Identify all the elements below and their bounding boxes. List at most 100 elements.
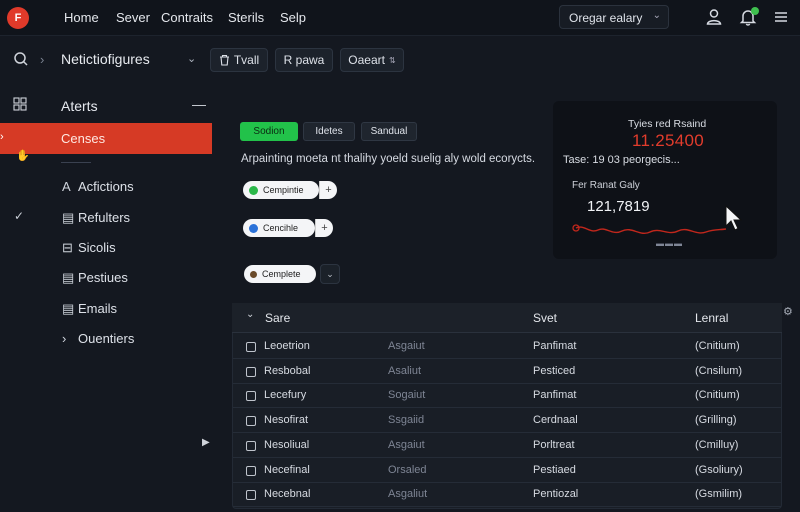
table-cell: Ssgaiid <box>388 414 425 426</box>
nav-sever[interactable]: Sever <box>116 10 150 25</box>
pill-sodion[interactable]: Sodion <box>240 122 298 141</box>
divider <box>61 162 91 163</box>
table-cell: Asaliut <box>388 365 422 377</box>
pagination-dots[interactable]: ▬▬▬ <box>656 239 683 248</box>
status-dot <box>250 270 257 278</box>
sidebar-item-label: Sicolis <box>78 240 116 255</box>
chip-label: Cencihle <box>263 223 299 233</box>
table-cell: Resbobal <box>264 365 311 377</box>
row-checkbox[interactable] <box>246 391 256 401</box>
table-cell: (Cnitium) <box>695 340 740 352</box>
sidebar-item-refulters[interactable]: ▤ Refulters <box>62 210 130 226</box>
sidebar-item-sicolis[interactable]: ⊟ Sicolis <box>62 240 116 256</box>
table-cell: Asgaiut <box>388 340 425 352</box>
trash-icon <box>219 54 229 66</box>
chip-label: Cemplete <box>262 269 301 279</box>
table-cell: Leoetrion <box>264 340 310 352</box>
stat-label: Tyies red Rsaind <box>628 118 707 130</box>
chip-cempintie[interactable]: Cempintie <box>243 181 319 199</box>
table-cell: Porltreat <box>533 439 575 451</box>
sidebar-item-icon: › <box>62 331 67 346</box>
table-cell: Asgaliut <box>388 488 428 500</box>
sidebar-item-emails[interactable]: ▤ Emails <box>62 301 117 317</box>
chevron-down-icon[interactable]: ⌄ <box>246 309 254 320</box>
collapse-icon[interactable]: — <box>192 96 206 112</box>
chip-add-button[interactable]: + <box>319 181 337 199</box>
sidebar-item-ouentiers[interactable]: › Ouentiers <box>62 331 134 346</box>
table-cell: Nesofirat <box>264 414 309 426</box>
table-cell: (Gsoliury) <box>695 464 743 476</box>
table-cell: (Gsmilim) <box>695 488 743 500</box>
row-checkbox[interactable] <box>246 466 256 476</box>
row-checkbox[interactable] <box>246 441 256 451</box>
sidebar-item-icon: ▤ <box>62 301 75 316</box>
table-cell: Necebnal <box>264 488 311 500</box>
table-cell: Lecefury <box>264 389 307 401</box>
toolbar-button-label: R pawa <box>283 53 325 67</box>
toolbar-button-tvall[interactable]: Tvall <box>210 48 268 72</box>
sidebar-item-icon: A <box>62 179 71 194</box>
sidebar-item-pestiues[interactable]: ▤ Pestiues <box>62 270 128 286</box>
table-cell: Pestiaed <box>533 464 576 476</box>
column-header-svet[interactable]: Svet <box>533 311 557 325</box>
nav-contraits[interactable]: Contraits <box>161 10 213 25</box>
chip-cencihle[interactable]: Cencihle <box>243 219 315 237</box>
table-cell: (Cnsilum) <box>695 365 743 377</box>
table-cell: Pesticed <box>533 365 576 377</box>
table-cell: Panfimat <box>533 340 577 352</box>
app-logo[interactable]: F <box>7 7 29 29</box>
chevron-down-icon[interactable]: ⌄ <box>320 264 340 284</box>
chip-label: Cempintie <box>263 185 304 195</box>
status-dot <box>249 223 258 233</box>
table-cell: Nesoliual <box>264 439 310 451</box>
sidebar-item-censes[interactable]: Censes <box>61 131 105 146</box>
row-checkbox[interactable] <box>246 416 256 426</box>
pill-idetes[interactable]: Idetes <box>303 122 355 141</box>
row-checkbox[interactable] <box>246 342 256 352</box>
hand-cursor-icon: ✋ <box>16 150 30 162</box>
chevron-icon: › <box>0 131 4 143</box>
column-header-sare[interactable]: Sare <box>265 311 290 325</box>
table-cell: Sogaiut <box>388 389 426 401</box>
nav-selp[interactable]: Selp <box>280 10 306 25</box>
sidebar-item-label: Ouentiers <box>78 331 135 346</box>
nav-home[interactable]: Home <box>64 10 99 25</box>
toolbar-button-oaeart[interactable]: Oaeart ⇅ <box>340 48 404 72</box>
user-icon[interactable] <box>704 7 724 27</box>
chevron-down-icon[interactable]: ⌄ <box>187 52 196 65</box>
sidebar-item-acfictions[interactable]: A Acfictions <box>62 179 134 194</box>
sparkline <box>572 224 727 234</box>
table-cell: Necefinal <box>264 464 310 476</box>
chip-add-button[interactable]: + <box>315 219 333 237</box>
sidebar-item-label: Refulters <box>78 210 131 225</box>
sidebar-item-active[interactable] <box>0 123 212 154</box>
nav-sterils[interactable]: Sterils <box>228 10 264 25</box>
chevron-down-icon: ⌄ <box>652 10 661 21</box>
mouse-pointer-icon <box>725 204 743 231</box>
sidebar-header: Aterts <box>61 98 98 114</box>
sidebar-item-icon: ▤ <box>62 270 75 285</box>
sidebar-item-icon: ⊟ <box>62 240 73 255</box>
row-checkbox[interactable] <box>246 367 256 377</box>
row-checkbox[interactable] <box>246 490 256 500</box>
org-selector[interactable]: Oregar ealary ⌄ <box>559 5 669 29</box>
chip-cemplete[interactable]: Cemplete <box>244 265 316 283</box>
search-icon[interactable] <box>13 51 29 67</box>
stat-value: 11.25400 <box>632 131 705 150</box>
status-dot <box>249 185 258 195</box>
stat-subtitle: Tase: 19 03 peorgecis... <box>563 154 680 166</box>
table-cell: (Grilling) <box>695 414 737 426</box>
pill-sandual[interactable]: Sandual <box>361 122 417 141</box>
notification-dot <box>751 7 759 15</box>
table-cell: Orsaled <box>388 464 427 476</box>
org-selector-label: Oregar ealary <box>569 11 643 25</box>
sidebar-item-icon: ▤ <box>62 210 75 225</box>
column-header-lenral[interactable]: Lenral <box>695 311 728 325</box>
check-icon: ✓ <box>14 209 25 223</box>
menu-icon[interactable] <box>771 7 791 27</box>
expand-arrow-icon[interactable]: ▶ <box>202 437 210 448</box>
settings-icon[interactable]: ⚙ <box>783 305 793 318</box>
toolbar-button-rpawa[interactable]: R pawa <box>275 48 333 72</box>
table-cell: Cerdnaal <box>533 414 578 426</box>
sort-icon: ⇅ <box>388 55 396 65</box>
